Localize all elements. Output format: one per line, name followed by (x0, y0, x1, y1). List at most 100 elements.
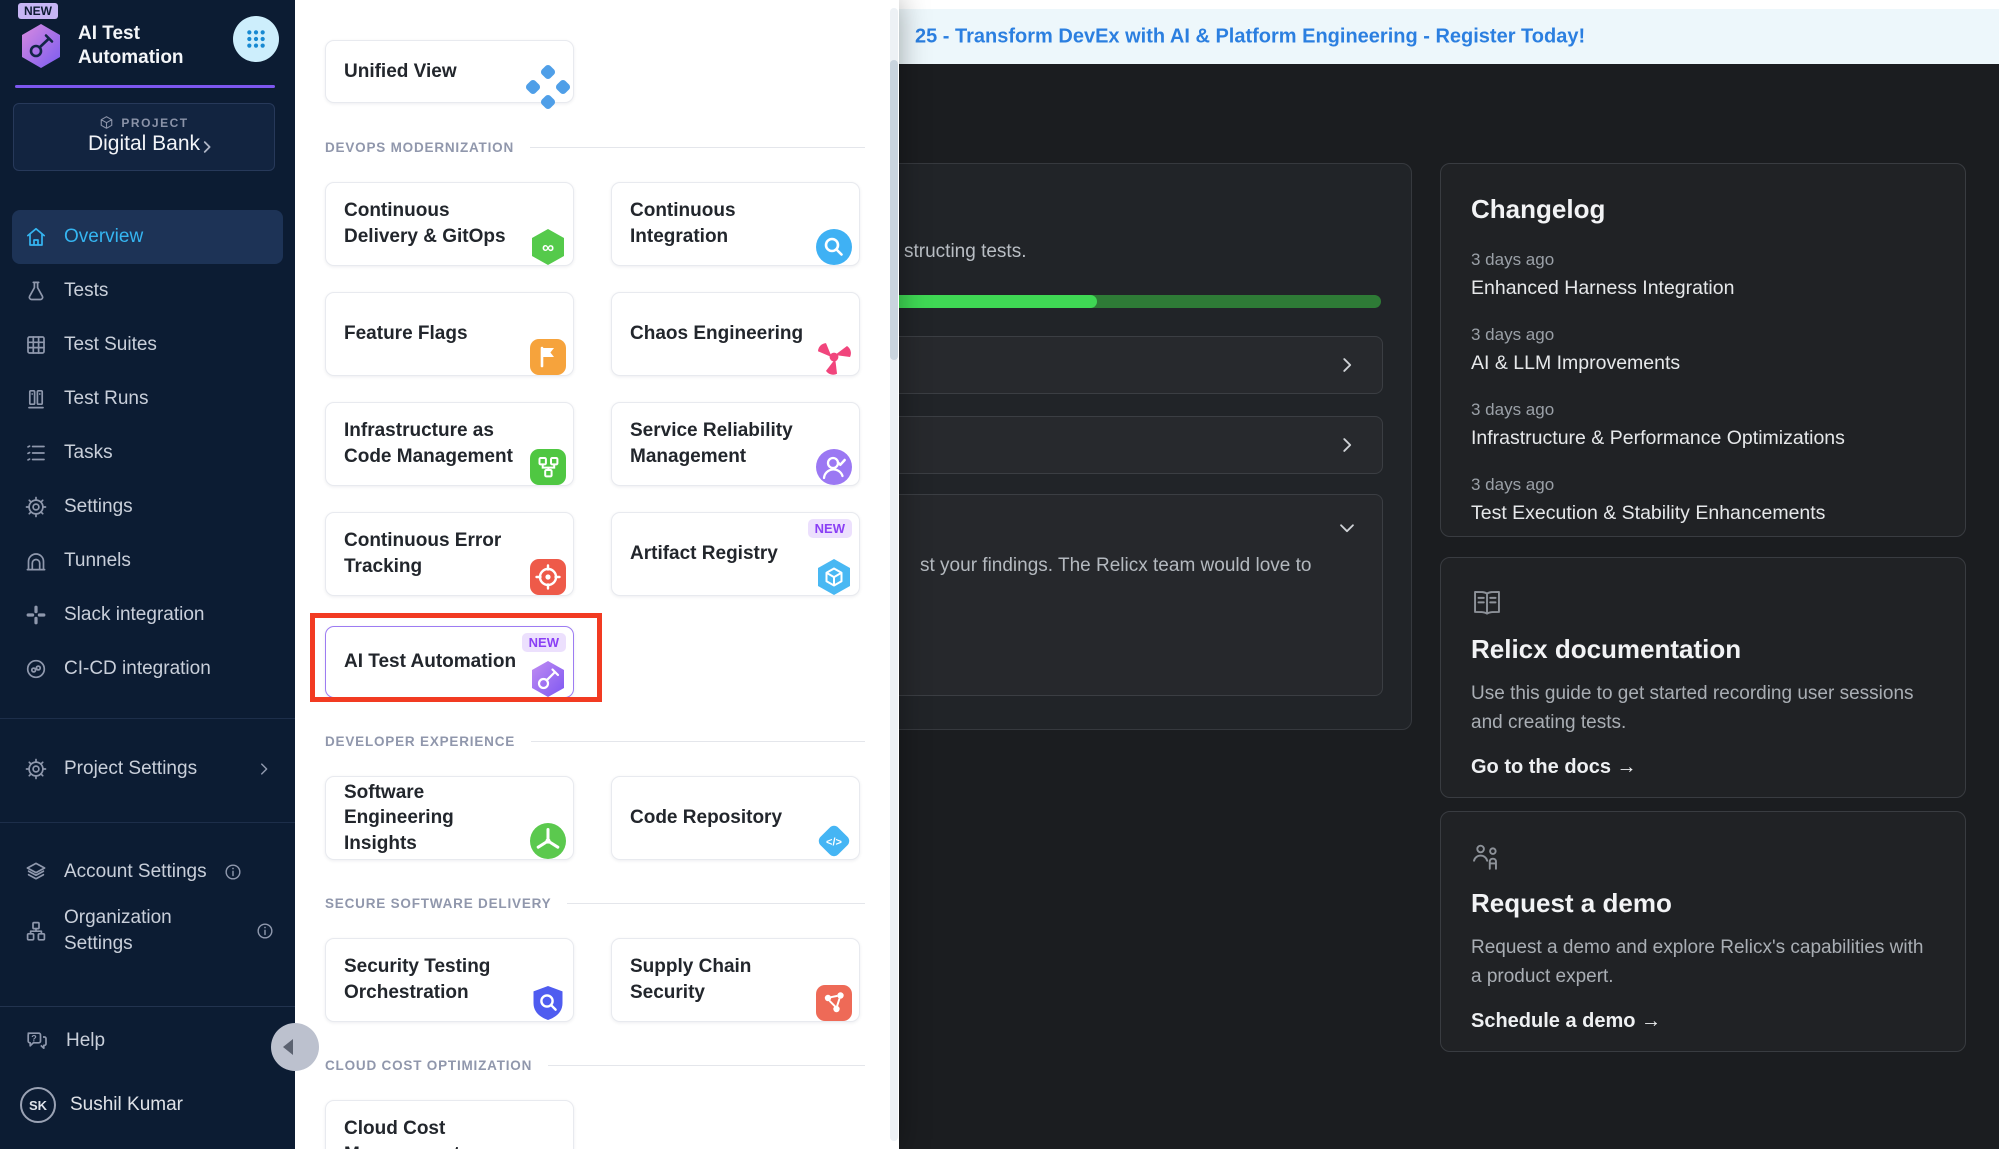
docs-card: Relicx documentation Use this guide to g… (1440, 557, 1966, 798)
module-tile-software-engineering-insights[interactable]: Software Engineering Insights (325, 776, 574, 860)
scs-icon (814, 983, 854, 1023)
section-rule (530, 147, 865, 148)
sto-icon (528, 983, 568, 1023)
flask-icon (24, 279, 48, 303)
sei-icon (528, 821, 568, 861)
module-tile-continuous-delivery-gitops[interactable]: Continuous Delivery & GitOps∞ (325, 182, 574, 266)
sidebar-item-slack-integration[interactable]: Slack integration (0, 588, 295, 642)
sidebar-item-tunnels[interactable]: Tunnels (0, 534, 295, 588)
module-tile-grid: Security Testing Orchestration Supply Cha… (325, 938, 865, 1022)
changelog-text: Enhanced Harness Integration (1471, 277, 1935, 300)
section-title: DEVOPS MODERNIZATION (325, 140, 514, 155)
chevron-down-icon[interactable] (1336, 517, 1358, 539)
module-tile-supply-chain-security[interactable]: Supply Chain Security (611, 938, 860, 1022)
changelog-entry: 3 days agoInfrastructure & Performance O… (1471, 400, 1935, 450)
module-tile-service-reliability-management[interactable]: Service Reliability Management (611, 402, 860, 486)
user-name: Sushil Kumar (70, 1094, 183, 1116)
sidebar-item-organization-settings[interactable]: Organization Settings (0, 899, 295, 962)
section-rule (548, 1065, 865, 1066)
sidebar-item-label: Test Runs (64, 388, 148, 410)
ccm-icon: $ (528, 1145, 568, 1149)
section-rule (567, 903, 865, 904)
avatar: SK (20, 1087, 56, 1123)
new-badge: NEW (522, 633, 566, 652)
chevron-right-icon (255, 760, 273, 778)
module-tile-ai-test-automation[interactable]: NEWAI Test Automation (325, 626, 574, 698)
findings-text: st your findings. The Relicx team would … (920, 555, 1311, 577)
sidebar-item-tasks[interactable]: Tasks (0, 426, 295, 480)
sidebar: NEW AI Test Automation PROJECT Digital B… (0, 0, 295, 1149)
module-tile-infrastructure-as-code-management[interactable]: Infrastructure as Code Management (325, 402, 574, 486)
columns-icon (24, 387, 48, 411)
module-tile-code-repository[interactable]: Code Repository</> (611, 776, 860, 860)
section-title: DEVELOPER EXPERIENCE (325, 734, 515, 749)
feature-flags-icon (528, 337, 568, 377)
demo-card: Request a demo Request a demo and explor… (1440, 811, 1966, 1052)
sidebar-item-tests[interactable]: Tests (0, 264, 295, 318)
ai-test-automation-logo-icon (18, 23, 64, 69)
chaos-icon (814, 337, 854, 377)
cicd-icon (24, 657, 48, 681)
book-icon (1471, 588, 1503, 618)
chevron-right-icon (1336, 354, 1358, 376)
divider (0, 822, 295, 823)
module-tile-continuous-integration[interactable]: Continuous Integration (611, 182, 860, 266)
collapse-arrow-icon (283, 1039, 293, 1055)
sidebar-item-settings[interactable]: Settings (0, 480, 295, 534)
sidebar-item-test-suites[interactable]: Test Suites (0, 318, 295, 372)
changelog-entry: 3 days agoAI & LLM Improvements (1471, 325, 1935, 375)
sidebar-item-project-settings[interactable]: Project Settings (0, 742, 295, 796)
section-title: SECURE SOFTWARE DELIVERY (325, 896, 551, 911)
module-tile-feature-flags[interactable]: Feature Flags (325, 292, 574, 376)
changelog-card: Changelog 3 days agoEnhanced Harness Int… (1440, 163, 1966, 537)
tunnel-icon (24, 549, 48, 573)
chevron-right-icon (198, 138, 216, 156)
announcement-text[interactable]: 25 - Transform DevEx with AI & Platform … (915, 25, 1585, 48)
changelog-title: Changelog (1471, 194, 1935, 225)
sidebar-header: AI Test Automation (18, 22, 184, 70)
app-grid-icon (246, 29, 266, 49)
org-icon (24, 919, 48, 943)
sidebar-collapse-handle[interactable] (271, 1023, 319, 1071)
project-selector[interactable]: PROJECT Digital Bank (13, 103, 275, 171)
sidebar-item-account-settings[interactable]: Account Settings (0, 845, 295, 899)
user-menu[interactable]: SK Sushil Kumar (0, 1053, 295, 1149)
project-label: PROJECT (121, 116, 188, 130)
module-tile-grid: Software Engineering Insights Code Reposi… (325, 776, 865, 860)
sidebar-item-label: Tasks (64, 442, 113, 464)
help-button[interactable]: ? Help (0, 1007, 295, 1053)
schedule-demo-link[interactable]: Schedule a demo → (1471, 1010, 1661, 1033)
sidebar-item-test-runs[interactable]: Test Runs (0, 372, 295, 426)
app-title-line1: AI Test (78, 22, 184, 46)
sidebar-new-badge: NEW (18, 3, 58, 19)
module-tile-cloud-cost-management[interactable]: Cloud Cost Management$ (325, 1100, 574, 1149)
module-tile-security-testing-orchestration[interactable]: Security Testing Orchestration (325, 938, 574, 1022)
docs-body: Use this guide to get started recording … (1471, 679, 1931, 738)
sidebar-item-overview[interactable]: Overview (12, 210, 283, 264)
sidebar-item-ci-cd-integration[interactable]: CI-CD integration (0, 642, 295, 696)
divider (0, 718, 295, 719)
info-icon (223, 862, 243, 882)
section-rule (531, 741, 865, 742)
module-picker-button[interactable] (233, 16, 279, 62)
module-tile-unified-view[interactable]: Unified View (325, 40, 574, 103)
module-picker-popover: Unified View DEVOPS MODERNIZATION Continu… (295, 0, 899, 1149)
sidebar-item-label: Project Settings (64, 758, 197, 780)
changelog-text: AI & LLM Improvements (1471, 352, 1935, 375)
app-title: AI Test Automation (78, 22, 184, 70)
module-tile-artifact-registry[interactable]: NEWArtifact Registry (611, 512, 860, 596)
sidebar-item-label: Slack integration (64, 604, 204, 626)
module-tile-chaos-engineering[interactable]: Chaos Engineering (611, 292, 860, 376)
people-icon (1471, 842, 1503, 872)
accent-divider (15, 85, 275, 88)
info-icon (255, 921, 275, 941)
sidebar-item-label: Test Suites (64, 334, 157, 356)
popover-scrollbar-thumb[interactable] (890, 60, 898, 360)
go-to-docs-link[interactable]: Go to the docs → (1471, 756, 1637, 779)
sidebar-item-label: CI-CD integration (64, 658, 211, 680)
layers-icon (24, 860, 48, 884)
module-tile-continuous-error-tracking[interactable]: Continuous Error Tracking (325, 512, 574, 596)
popover-scrollbar[interactable] (890, 8, 898, 1141)
project-name: Digital Bank (14, 132, 274, 156)
home-icon (24, 225, 48, 249)
